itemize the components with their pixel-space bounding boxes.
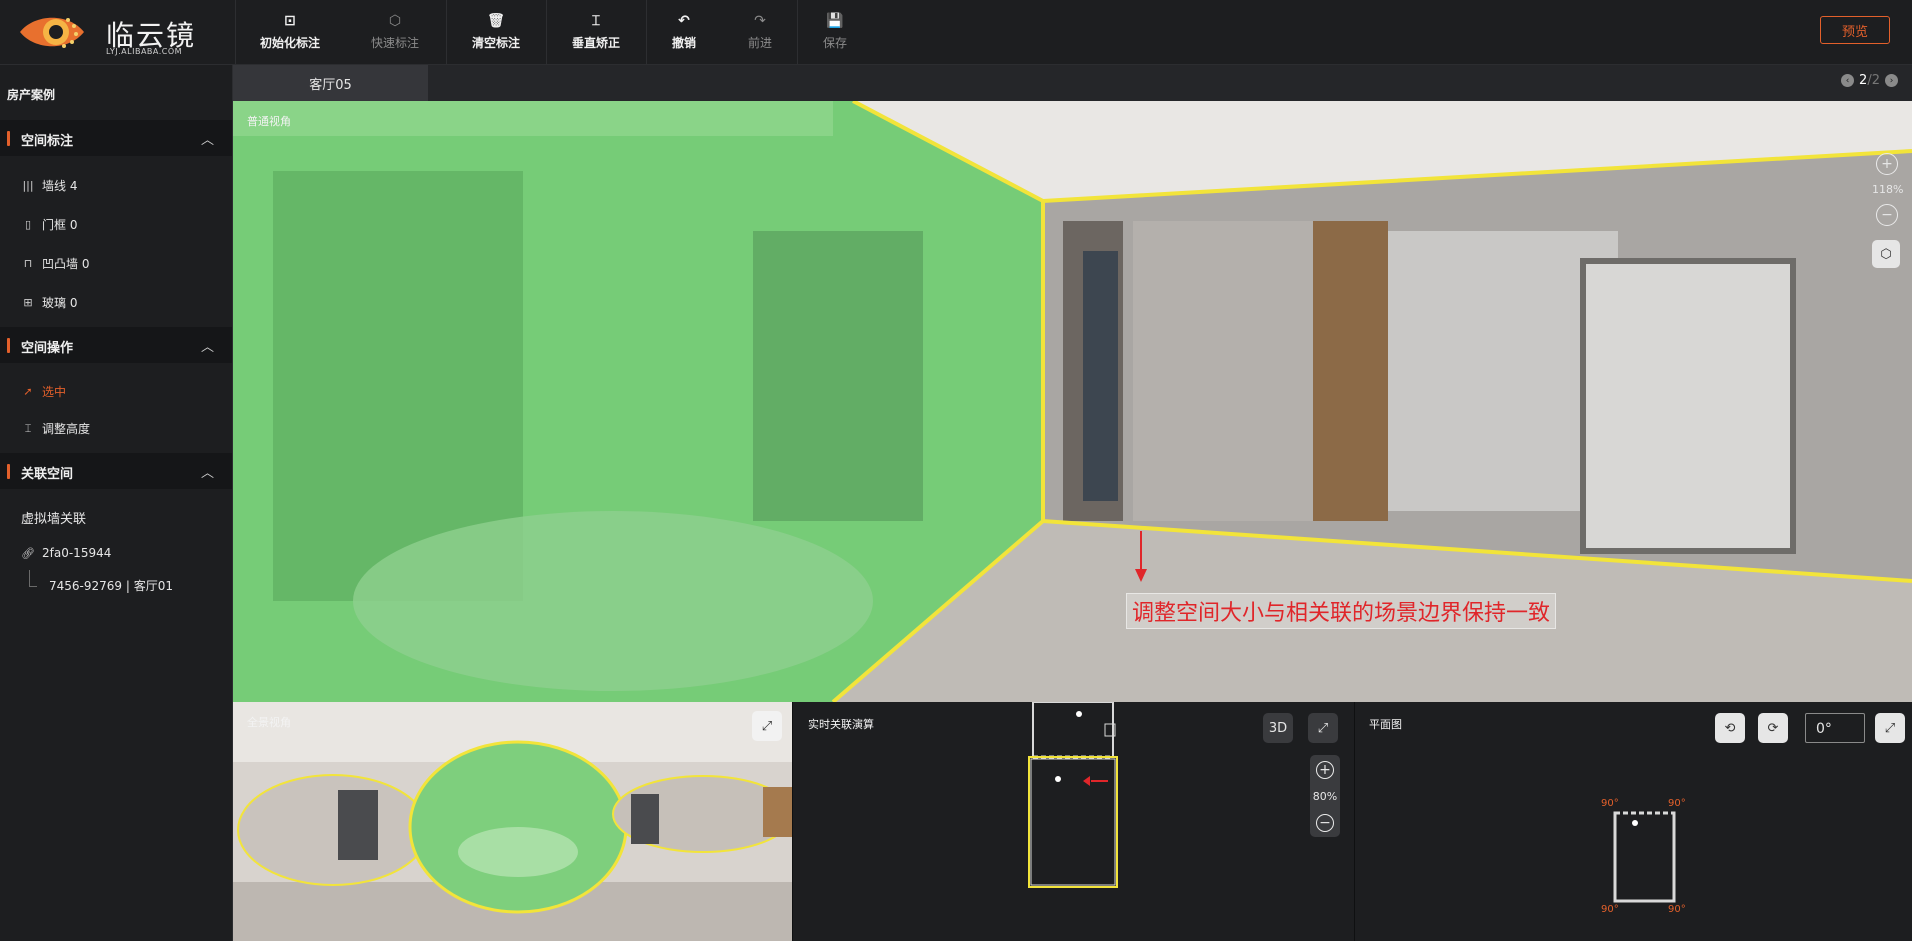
concave-wall-icon: ⊓ xyxy=(23,257,33,270)
save-button[interactable]: 💾 保存 xyxy=(810,0,860,64)
sidebar-item-concave-wall[interactable]: ⊓ 凹凸墙 0 xyxy=(21,255,90,272)
eye-logo-icon xyxy=(20,17,84,48)
sidebar-item-glass[interactable]: ⊞ 玻璃 0 xyxy=(21,294,77,311)
top-toolbar: 临云镜 LYJ.ALIBABA.COM ⊡ 初始化标注 ⬡ 快速标注 🗑 清空标… xyxy=(0,0,1912,65)
rotate-left-icon[interactable]: ⟲ xyxy=(1715,713,1745,743)
init-annotation-label: 初始化标注 xyxy=(259,35,320,50)
related-child-item[interactable]: 7456-92769 | 客厅01 xyxy=(49,577,173,594)
redo-label: 前进 xyxy=(747,35,772,50)
expand-icon[interactable]: ⤢ xyxy=(752,711,782,741)
panorama-label: 全景视角 xyxy=(247,716,291,729)
sidebar-item-adjust-height[interactable]: ⌶ 调整高度 xyxy=(21,420,90,437)
scene-tab-bar: 客厅05 ‹ 2/2 › xyxy=(233,65,1912,101)
section-related-space-label: 关联空间 xyxy=(21,467,74,482)
trash-icon: 🗑 xyxy=(487,12,505,29)
clear-annotation-label: 清空标注 xyxy=(471,35,520,50)
wall-lines-label: 墙线 4 xyxy=(42,179,78,193)
rotation-input[interactable]: 0° xyxy=(1805,713,1865,743)
redo-button[interactable]: ↷ 前进 xyxy=(735,0,785,64)
door-icon: ▯ xyxy=(24,218,32,231)
save-icon: 💾 xyxy=(826,12,844,29)
vertical-correct-label: 垂直矫正 xyxy=(571,35,620,50)
section-space-annotation-label: 空间标注 xyxy=(21,134,74,149)
scene-pager: ‹ 2/2 › xyxy=(1841,73,1898,88)
link-icon: 🔗︎ xyxy=(21,546,35,560)
adjust-height-label: 调整高度 xyxy=(42,422,91,436)
normal-view-label: 普通视角 xyxy=(247,115,291,128)
adjust-hint-annotation: 调整空间大小与相关联的场景边界保持一致 xyxy=(1126,593,1557,629)
prev-page-icon[interactable]: ‹ xyxy=(1841,74,1855,87)
chevron-up-icon[interactable]: ︿ xyxy=(201,336,214,355)
zoom-in-icon[interactable]: + xyxy=(1316,760,1334,779)
glass-label: 玻璃 0 xyxy=(42,296,78,310)
cube-view-icon[interactable]: ⬡ xyxy=(1872,240,1900,268)
sidebar-item-select[interactable]: ➚ 选中 xyxy=(21,383,66,400)
quick-annotation-button[interactable]: ⬡ 快速标注 xyxy=(355,0,435,64)
quick-annotation-label: 快速标注 xyxy=(370,35,419,50)
main-zoom-control: + 118% − ⬡ xyxy=(1872,153,1904,268)
zoom-in-icon[interactable]: + xyxy=(1876,153,1898,175)
tab-scene[interactable]: 客厅05 xyxy=(233,65,428,101)
corner-angle-br: 90° xyxy=(1668,904,1686,915)
rotate-right-icon[interactable]: ⟳ xyxy=(1758,713,1788,743)
vertical-correct-button[interactable]: ⌶ 垂直矫正 xyxy=(556,0,636,64)
undo-button[interactable]: ↶ 撤销 xyxy=(659,0,709,64)
main-zoom-level: 118% xyxy=(1872,183,1904,196)
reset-frame-icon: ⊡ xyxy=(284,12,296,29)
height-icon: ⌶ xyxy=(24,421,32,435)
init-annotation-button[interactable]: ⊡ 初始化标注 xyxy=(250,0,330,64)
save-label: 保存 xyxy=(822,35,847,50)
panorama-thumbnail xyxy=(233,702,792,941)
vertical-line-icon: ⌶ xyxy=(591,12,601,29)
preview-button[interactable]: 预览 xyxy=(1820,16,1890,44)
wall-lines-icon: ||| xyxy=(22,179,34,192)
app-logo: 临云镜 LYJ.ALIBABA.COM xyxy=(18,10,198,56)
cube-icon: ⬡ xyxy=(388,12,402,29)
zoom-out-icon[interactable]: − xyxy=(1876,204,1898,226)
undo-icon: ↶ xyxy=(678,12,690,29)
zoom-out-icon[interactable]: − xyxy=(1316,813,1334,832)
virtual-wall-subtitle: 虚拟墙关联 xyxy=(21,512,87,527)
door-frame-label: 门框 0 xyxy=(42,218,78,232)
logo-domain: LYJ.ALIBABA.COM xyxy=(106,47,183,56)
section-related-space[interactable]: 关联空间 ︿ xyxy=(0,453,232,489)
corner-angle-tr: 90° xyxy=(1668,798,1686,809)
realtime-panel[interactable]: 实时关联演算 3D ⤢ + 80% − xyxy=(793,702,1354,941)
case-title: 房产案例 xyxy=(7,88,56,102)
chevron-up-icon[interactable]: ︿ xyxy=(201,129,214,148)
page-total: 2 xyxy=(1871,73,1880,88)
concave-wall-label: 凹凸墙 0 xyxy=(42,257,90,271)
section-space-annotation[interactable]: 空间标注 ︿ xyxy=(0,120,232,156)
section-space-operation-label: 空间操作 xyxy=(21,341,74,356)
glass-grid-icon: ⊞ xyxy=(23,296,33,309)
select-label: 选中 xyxy=(42,385,67,399)
undo-label: 撤销 xyxy=(671,35,696,50)
related-link-item[interactable]: 🔗︎ 2fa0-15944 xyxy=(21,546,111,560)
realtime-zoom-control: + 80% − xyxy=(1310,755,1340,837)
cursor-icon: ➚ xyxy=(23,385,33,398)
expand-icon[interactable]: ⤢ xyxy=(1308,713,1338,743)
chevron-up-icon[interactable]: ︿ xyxy=(201,462,214,481)
panorama-panel[interactable]: 全景视角 ⤢ xyxy=(233,702,792,941)
related-link-label: 2fa0-15944 xyxy=(42,546,112,560)
corner-angle-tl: 90° xyxy=(1601,798,1619,809)
realtime-zoom-level: 80% xyxy=(1312,789,1338,803)
redo-icon: ↷ xyxy=(754,12,766,29)
sidebar: 房产案例 空间标注 ︿ ||| 墙线 4 ▯ 门框 0 ⊓ 凹凸墙 0 ⊞ 玻璃… xyxy=(0,65,233,941)
corner-angle-bl: 90° xyxy=(1601,904,1619,915)
section-space-operation[interactable]: 空间操作 ︿ xyxy=(0,327,232,363)
expand-icon[interactable]: ⤢ xyxy=(1875,713,1905,743)
room-scene xyxy=(233,101,1912,702)
sidebar-item-wall-lines[interactable]: ||| 墙线 4 xyxy=(21,177,77,194)
next-page-icon[interactable]: › xyxy=(1885,74,1898,87)
sidebar-item-door-frame[interactable]: ▯ 门框 0 xyxy=(21,216,77,233)
3d-toggle-button[interactable]: 3D xyxy=(1263,713,1293,743)
normal-view-panel[interactable]: 普通视角 xyxy=(233,101,1912,702)
clear-annotation-button[interactable]: 🗑 清空标注 xyxy=(456,0,536,64)
